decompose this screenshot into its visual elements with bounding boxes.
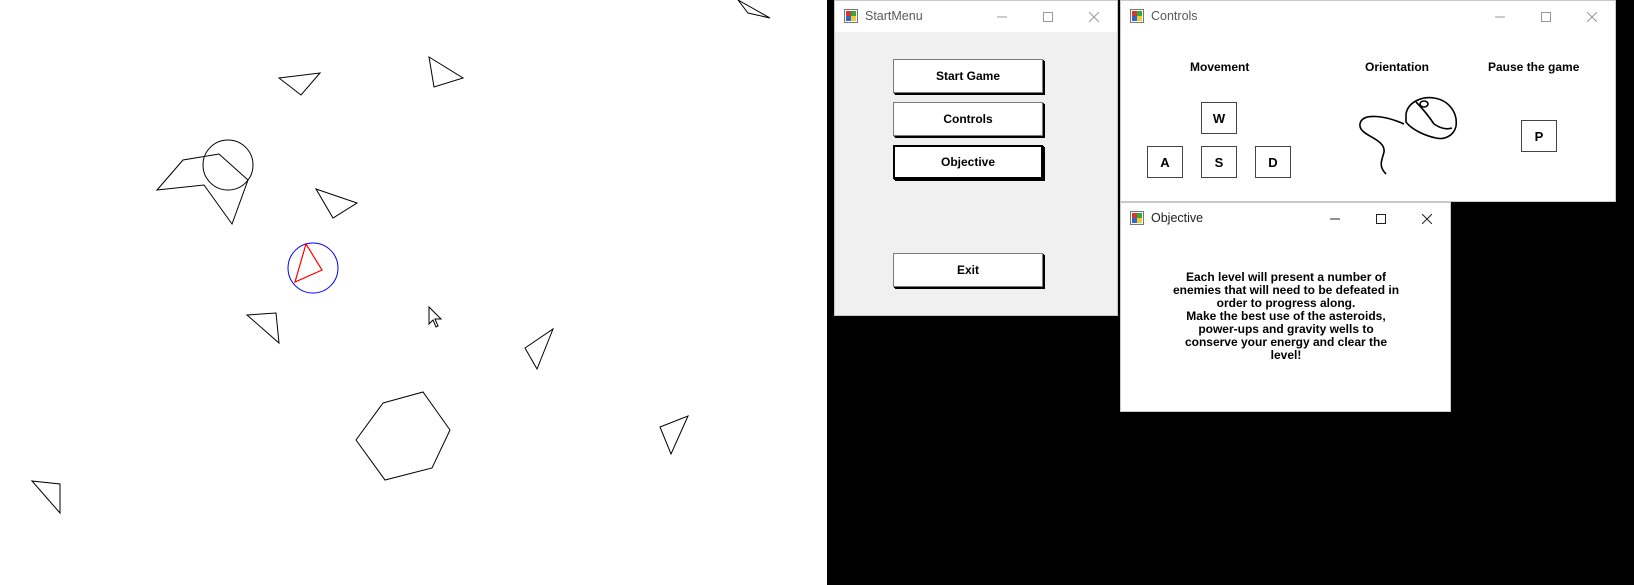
asteroid [355,391,451,481]
app-icon [1130,211,1144,225]
maximize-button[interactable] [1025,1,1071,32]
objective-client: Each level will present a number of enem… [1121,234,1450,411]
window-title: Controls [1151,9,1198,23]
close-button[interactable] [1404,203,1450,234]
key-p: P [1521,120,1557,152]
key-d: D [1255,146,1291,178]
minimize-icon [997,16,1007,17]
movement-label: Movement [1190,60,1250,74]
app-icon [844,9,858,23]
objective-description: Each level will present a number of enem… [1171,271,1401,362]
startmenu-titlebar[interactable]: StartMenu [835,1,1117,32]
close-icon [1587,11,1597,22]
objective-button[interactable]: Objective [893,145,1043,179]
maximize-button[interactable] [1523,1,1569,32]
startmenu-client: Start Game Controls Objective Exit [835,32,1117,315]
minimize-button[interactable] [979,1,1025,32]
asteroid [277,72,322,96]
player-ship [294,242,323,284]
minimize-icon [1330,218,1340,219]
pause-label: Pause the game [1488,60,1580,74]
key-w: W [1201,102,1237,134]
asteroid [524,327,555,371]
controls-titlebar[interactable]: Controls [1121,1,1615,32]
player-shield [287,242,339,294]
game-scene [30,0,771,515]
key-s: S [1201,146,1237,178]
maximize-button[interactable] [1358,203,1404,234]
asteroid [428,55,465,88]
maximize-icon [1376,213,1386,224]
objective-paragraph-1: Each level will present a number of enem… [1172,270,1400,310]
app-icon [1130,9,1144,23]
minimize-icon [1495,16,1505,17]
asteroid [30,480,61,515]
objective-titlebar[interactable]: Objective [1121,203,1450,234]
close-button[interactable] [1071,1,1117,32]
game-canvas[interactable] [0,0,827,585]
asteroid [314,188,359,219]
asteroid [737,0,771,19]
gravity-well [202,139,254,191]
close-button[interactable] [1569,1,1615,32]
start-game-button[interactable]: Start Game [893,59,1043,93]
mouse-icon [1359,96,1458,175]
startmenu-window: StartMenu Start Game Controls Objective … [834,0,1118,316]
maximize-icon [1043,11,1053,22]
minimize-button[interactable] [1312,203,1358,234]
close-icon [1422,213,1432,224]
minimize-button[interactable] [1477,1,1523,32]
orientation-label: Orientation [1365,60,1430,74]
controls-client: Movement Orientation Pause the game W A … [1121,32,1615,201]
mouse-cursor-icon [428,305,443,328]
maximize-icon [1541,11,1551,22]
objective-paragraph-2: Make the best use of the asteroids, powe… [1184,309,1388,362]
asteroid [659,415,689,456]
close-icon [1089,11,1099,22]
asteroid [245,312,280,345]
window-title: Objective [1151,211,1204,225]
exit-button[interactable]: Exit [893,253,1043,287]
key-a: A [1147,146,1183,178]
controls-button[interactable]: Controls [893,102,1043,136]
objective-window: Objective Each level will present a numb… [1120,202,1451,412]
controls-window: Controls Movement Orientation Pause the … [1120,0,1616,202]
window-title: StartMenu [865,9,923,23]
